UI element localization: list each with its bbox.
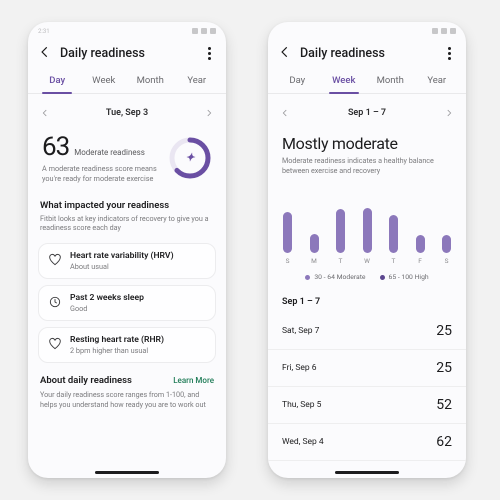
status-bar: 2:31 bbox=[28, 22, 226, 36]
readiness-ring-icon: ✦ bbox=[168, 136, 212, 180]
chart-legend: 30 - 64 Moderate 65 - 100 High bbox=[282, 273, 452, 281]
tab-bar: Day Week Month Year bbox=[268, 69, 466, 94]
tab-week[interactable]: Week bbox=[81, 69, 128, 93]
home-indicator bbox=[335, 471, 399, 474]
day-value: 25 bbox=[436, 323, 452, 339]
readiness-desc: A moderate readiness score means you're … bbox=[42, 164, 162, 184]
back-arrow-icon[interactable] bbox=[38, 44, 52, 63]
score-card: 63 Moderate readiness A moderate readine… bbox=[28, 128, 226, 194]
day-value: 25 bbox=[436, 360, 452, 376]
current-range: Sep 1 – 7 bbox=[348, 108, 386, 118]
date-nav: Sep 1 – 7 bbox=[268, 94, 466, 128]
week-summary: Mostly moderate Moderate readiness indic… bbox=[268, 128, 466, 175]
tab-bar: Day Week Month Year bbox=[28, 69, 226, 94]
tab-year[interactable]: Year bbox=[174, 69, 221, 93]
readiness-label: Moderate readiness bbox=[74, 148, 145, 157]
day-label: Sat, Sep 7 bbox=[282, 326, 319, 336]
metric-card-sleep[interactable]: Past 2 weeks sleep Good bbox=[38, 285, 216, 321]
chart-bar: T bbox=[335, 209, 346, 265]
chart-bar: M bbox=[309, 234, 320, 265]
chart-bar: S bbox=[282, 212, 293, 265]
day-row[interactable]: Sat, Sep 7 25 bbox=[268, 313, 466, 350]
metric-sub: Good bbox=[70, 304, 144, 313]
runner-icon: ✦ bbox=[168, 136, 212, 180]
metric-sub: 2 bpm higher than usual bbox=[70, 346, 164, 355]
impact-section: What impacted your readiness Fitbit look… bbox=[28, 194, 226, 237]
readiness-score: 63 bbox=[42, 132, 69, 162]
day-label: Fri, Sep 6 bbox=[282, 363, 317, 373]
day-label: Thu, Sep 5 bbox=[282, 400, 321, 410]
chevron-right-icon[interactable] bbox=[204, 103, 214, 122]
tab-day[interactable]: Day bbox=[274, 69, 321, 93]
screen-header: Daily readiness bbox=[28, 36, 226, 69]
metric-card-rhr[interactable]: Resting heart rate (RHR) 2 bpm higher th… bbox=[38, 327, 216, 363]
tab-month[interactable]: Month bbox=[367, 69, 414, 93]
readiness-chart: SMTWTFS 30 - 64 Moderate 65 - 100 High bbox=[268, 175, 466, 287]
chevron-left-icon[interactable] bbox=[280, 103, 290, 122]
day-row[interactable]: Thu, Sep 5 52 bbox=[268, 387, 466, 424]
sleep-icon bbox=[48, 294, 62, 308]
tab-month[interactable]: Month bbox=[127, 69, 174, 93]
tab-year[interactable]: Year bbox=[414, 69, 461, 93]
tab-day[interactable]: Day bbox=[34, 69, 81, 93]
phone-day-view: 2:31 Daily readiness Day Week Month Year… bbox=[28, 22, 226, 478]
about-row: About daily readiness Learn More bbox=[28, 363, 226, 390]
chart-bar: S bbox=[441, 235, 452, 266]
chevron-right-icon[interactable] bbox=[444, 103, 454, 122]
chart-bar: W bbox=[362, 208, 373, 266]
chart-bar: F bbox=[415, 235, 426, 266]
phone-week-view: Daily readiness Day Week Month Year Sep … bbox=[268, 22, 466, 478]
about-heading: About daily readiness bbox=[40, 375, 132, 386]
chart-bar: T bbox=[388, 215, 399, 265]
metric-title: Heart rate variability (HRV) bbox=[70, 251, 174, 261]
day-value: 62 bbox=[436, 434, 452, 450]
current-date: Tue, Sep 3 bbox=[106, 108, 148, 118]
metric-card-hrv[interactable]: Heart rate variability (HRV) About usual bbox=[38, 243, 216, 279]
page-title: Daily readiness bbox=[300, 46, 434, 61]
legend-moderate: 30 - 64 Moderate bbox=[314, 273, 365, 281]
page-title: Daily readiness bbox=[60, 46, 194, 61]
week-list-header: Sep 1 – 7 bbox=[268, 287, 466, 313]
day-row[interactable]: Fri, Sep 6 25 bbox=[268, 350, 466, 387]
status-bar bbox=[268, 22, 466, 36]
more-icon[interactable] bbox=[442, 47, 456, 60]
heart-icon bbox=[48, 336, 62, 350]
metric-title: Resting heart rate (RHR) bbox=[70, 335, 164, 345]
tab-week[interactable]: Week bbox=[321, 69, 368, 93]
impact-desc: Fitbit looks at key indicators of recove… bbox=[40, 214, 214, 233]
metric-sub: About usual bbox=[70, 262, 174, 271]
metric-title: Past 2 weeks sleep bbox=[70, 293, 144, 303]
day-row[interactable]: Wed, Sep 4 62 bbox=[268, 424, 466, 461]
screen-header: Daily readiness bbox=[268, 36, 466, 69]
status-time: 2:31 bbox=[38, 28, 50, 35]
learn-more-link[interactable]: Learn More bbox=[173, 376, 214, 385]
about-desc: Your daily readiness score ranges from 1… bbox=[40, 390, 214, 409]
legend-high: 65 - 100 High bbox=[389, 273, 429, 281]
day-label: Wed, Sep 4 bbox=[282, 437, 324, 447]
impact-heading: What impacted your readiness bbox=[40, 200, 214, 211]
heart-icon bbox=[48, 252, 62, 266]
chevron-left-icon[interactable] bbox=[40, 103, 50, 122]
home-indicator bbox=[95, 471, 159, 474]
summary-title: Mostly moderate bbox=[282, 134, 452, 153]
date-nav: Tue, Sep 3 bbox=[28, 94, 226, 128]
back-arrow-icon[interactable] bbox=[278, 44, 292, 63]
day-value: 52 bbox=[436, 397, 452, 413]
more-icon[interactable] bbox=[202, 47, 216, 60]
summary-desc: Moderate readiness indicates a healthy b… bbox=[282, 156, 442, 175]
